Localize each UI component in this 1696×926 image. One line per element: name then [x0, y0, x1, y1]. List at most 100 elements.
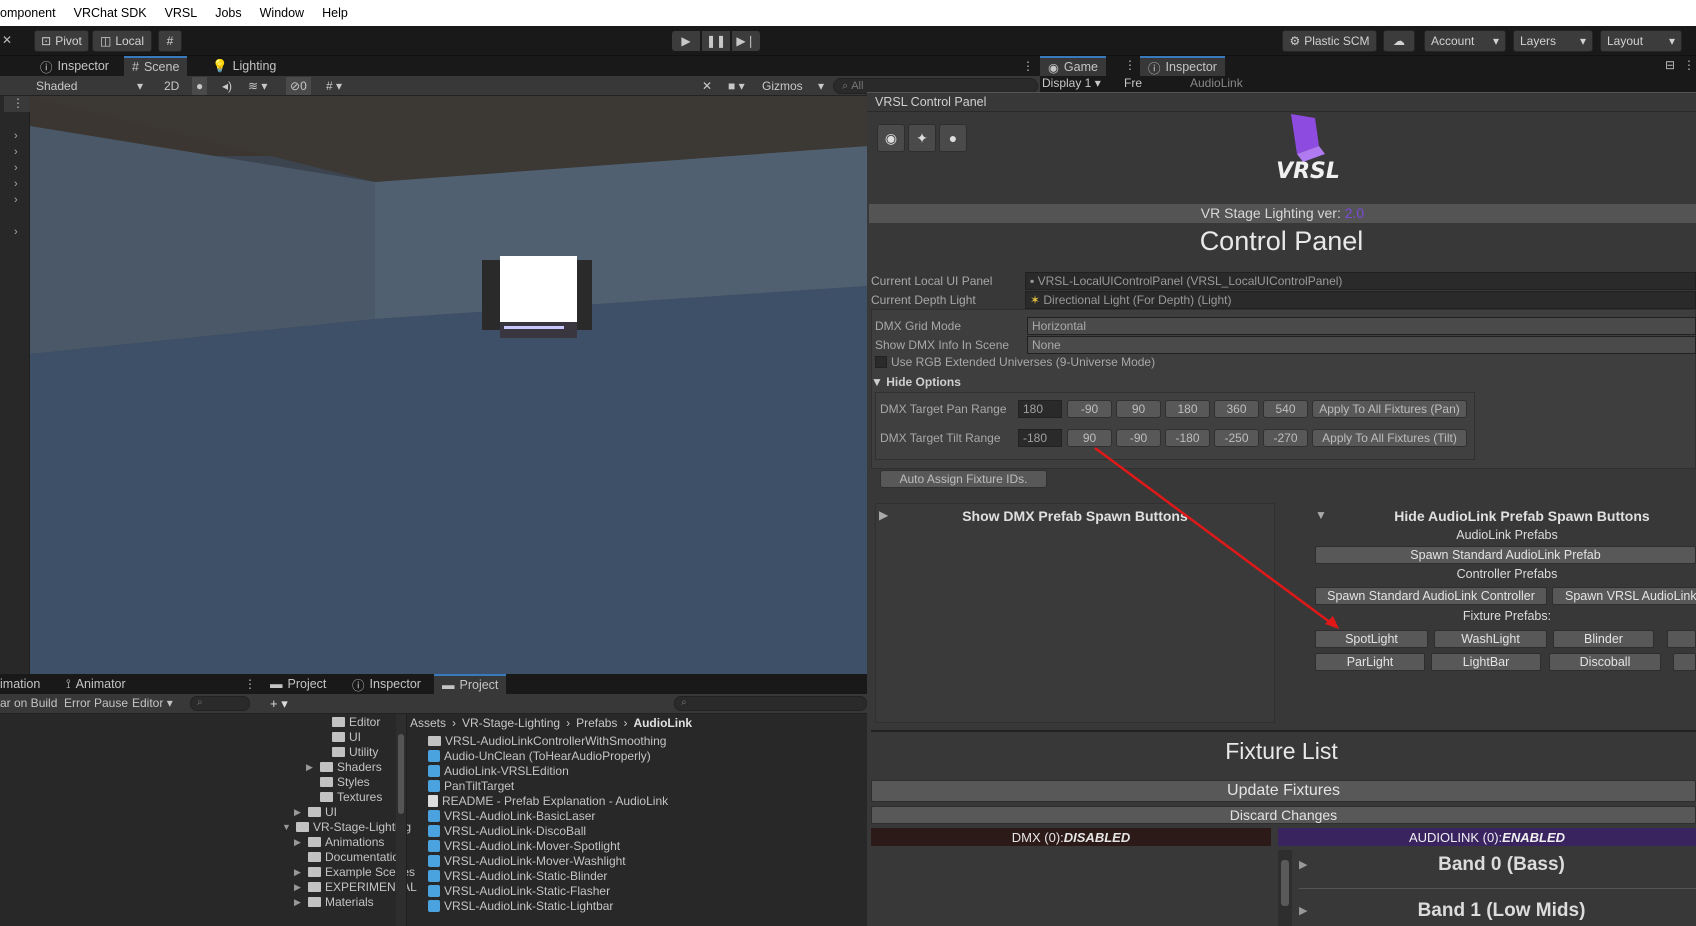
band-scrollbar[interactable] [1278, 850, 1292, 926]
band-0-header[interactable]: Band 0 (Bass) [1307, 854, 1696, 876]
menu-window[interactable]: Window [251, 6, 313, 20]
tree-item[interactable]: Utility [318, 744, 378, 760]
file-item[interactable]: PanTiltTarget [428, 778, 514, 794]
tab-inspector-bottom[interactable]: ⓘ Inspector [344, 674, 429, 694]
pivot-button[interactable]: ⊡ Pivot [34, 30, 89, 52]
breadcrumb-item[interactable]: VR-Stage-Lighting [462, 716, 560, 730]
menu-help[interactable]: Help [313, 6, 357, 20]
tools-settings-button[interactable]: ✕ [698, 77, 716, 95]
triangle-right-icon[interactable]: ▶ [294, 897, 304, 908]
tab-project-label: Project [287, 677, 327, 691]
triangle-right-icon[interactable]: ▶ [294, 807, 304, 818]
file-item-label: PanTiltTarget [444, 779, 515, 793]
breadcrumb-item[interactable]: Assets [410, 716, 446, 730]
tree-item[interactable]: Styles [306, 774, 370, 790]
more-options-icon[interactable]: ⋮ [1124, 58, 1136, 72]
tree-item[interactable]: ▶ Shaders [306, 759, 382, 775]
scrollbar-thumb[interactable] [398, 734, 404, 814]
tree-item[interactable]: Documentation [294, 849, 406, 865]
audio-toggle[interactable]: ◂) [218, 77, 236, 95]
tab-animator[interactable]: ⟟ Animator [58, 674, 134, 694]
project-search-input[interactable]: ⌕ [674, 696, 867, 711]
tree-item[interactable]: Textures [306, 789, 382, 805]
gizmos-dropdown[interactable]: Gizmos ▾ [758, 77, 828, 95]
layers-dropdown[interactable]: Layers ▾ [1513, 30, 1593, 52]
file-item[interactable]: VRSL-AudioLinkControllerWithSmoothing [428, 734, 666, 749]
cloud-button[interactable]: ☁ [1383, 30, 1415, 52]
tab-lighting[interactable]: 💡 Lighting [204, 56, 284, 76]
file-item[interactable]: AudioLink-VRSLEdition [428, 763, 569, 779]
file-item[interactable]: Audio-UnClean (ToHearAudioProperly) [428, 748, 651, 764]
discard-changes-button[interactable]: Discard Changes [871, 806, 1696, 824]
file-item[interactable]: VRSL-AudioLink-Static-Lightbar [428, 898, 613, 914]
tools-icon[interactable]: ✕ [2, 33, 12, 47]
hierarchy-menu-icon[interactable]: ⋮ [4, 96, 30, 112]
scene-viewport[interactable] [30, 96, 867, 674]
fixture-list-title: Fixture List [1225, 738, 1338, 764]
tree-item[interactable]: ▼ VR-Stage-Lighting [282, 819, 411, 835]
layout-label: Layout [1607, 34, 1644, 48]
band-1-header[interactable]: Band 1 (Low Mids) [1307, 900, 1696, 922]
breadcrumb-item[interactable]: AudioLink [633, 716, 692, 730]
tab-game[interactable]: ◉ Game [1040, 56, 1106, 76]
account-dropdown[interactable]: Account ▾ [1424, 30, 1506, 52]
triangle-down-icon[interactable]: ▼ [282, 822, 292, 832]
error-pause-toggle[interactable]: Error Pause [64, 696, 128, 710]
tree-item[interactable]: Editor [318, 714, 380, 730]
prefab-icon [428, 900, 440, 912]
tree-scrollbar[interactable] [396, 714, 406, 926]
tree-item[interactable]: UI [318, 729, 361, 745]
clear-on-build-toggle[interactable]: ar on Build [0, 696, 57, 710]
file-item[interactable]: VRSL-AudioLink-Static-Blinder [428, 868, 607, 884]
free-aspect-dropdown[interactable]: Fre [1124, 76, 1142, 90]
console-search-input[interactable]: ⌕ [190, 696, 250, 711]
menu-vrchat-sdk[interactable]: VRChat SDK [65, 6, 156, 20]
grid-snap-button[interactable]: # [158, 30, 182, 52]
more-options-icon[interactable]: ⋮ [1022, 59, 1034, 73]
hidden-objects-toggle[interactable]: ⊘ 0 [286, 77, 311, 95]
triangle-right-icon[interactable]: ▶ [294, 837, 304, 848]
file-item[interactable]: VRSL-AudioLink-Mover-Washlight [428, 853, 626, 869]
tree-item[interactable]: ▶ Animations [294, 834, 384, 850]
tree-item[interactable]: ▶ Materials [294, 894, 374, 910]
file-item[interactable]: VRSL-AudioLink-BasicLaser [428, 808, 595, 824]
lighting-toggle[interactable]: ● [192, 77, 208, 95]
step-button[interactable]: ▶❘ [732, 31, 760, 51]
more-options-icon[interactable]: ⋮ [244, 677, 256, 691]
menu-vrsl[interactable]: VRSL [156, 6, 207, 20]
play-button[interactable]: ▶ [672, 31, 700, 51]
breadcrumb-item[interactable]: Prefabs [576, 716, 617, 730]
file-item[interactable]: VRSL-AudioLink-Static-Flasher [428, 883, 610, 899]
tab-project-active[interactable]: ▬ Project [434, 674, 507, 694]
tab-inspector[interactable]: ⓘ Inspector [32, 56, 117, 76]
scrollbar-thumb[interactable] [1281, 860, 1289, 906]
update-fixtures-button[interactable]: Update Fixtures [871, 780, 1696, 802]
display-dropdown[interactable]: Display 1 ▾ [1042, 76, 1101, 90]
tab-inspector-right[interactable]: ⓘ Inspector [1140, 56, 1225, 76]
camera-dropdown[interactable]: ■ ▾ [724, 77, 749, 95]
tab-project[interactable]: ▬ Project [262, 674, 334, 694]
create-dropdown[interactable]: + ▾ [270, 696, 288, 712]
menu-component[interactable]: omponent [0, 6, 65, 20]
local-button[interactable]: ◫ Local [92, 30, 152, 52]
file-item[interactable]: README - Prefab Explanation - AudioLink [428, 793, 668, 809]
lock-icon[interactable]: ⊟ [1665, 58, 1675, 72]
tab-animation[interactable]: imation [0, 674, 48, 694]
plastic-scm-button[interactable]: ⚙ Plastic SCM [1282, 30, 1377, 52]
grid-dropdown[interactable]: # ▾ [322, 77, 346, 95]
file-item[interactable]: VRSL-AudioLink-Mover-Spotlight [428, 838, 620, 854]
shading-dropdown[interactable]: Shaded ▾ [32, 77, 147, 95]
menu-jobs[interactable]: Jobs [206, 6, 250, 20]
tab-scene[interactable]: # Scene [124, 56, 188, 76]
layout-dropdown[interactable]: Layout ▾ [1600, 30, 1682, 52]
triangle-right-icon[interactable]: ▶ [294, 867, 304, 878]
effects-dropdown[interactable]: ≋ ▾ [244, 77, 271, 95]
editor-dropdown[interactable]: Editor ▾ [132, 696, 173, 710]
tree-item[interactable]: ▶ UI [294, 804, 337, 820]
triangle-right-icon[interactable]: ▶ [294, 882, 304, 893]
more-options-icon[interactable]: ⋮ [1683, 58, 1695, 72]
pause-button[interactable]: ❚❚ [702, 31, 730, 51]
file-item[interactable]: VRSL-AudioLink-DiscoBall [428, 823, 586, 839]
triangle-right-icon[interactable]: ▶ [306, 762, 316, 773]
2d-toggle[interactable]: 2D [160, 77, 183, 95]
